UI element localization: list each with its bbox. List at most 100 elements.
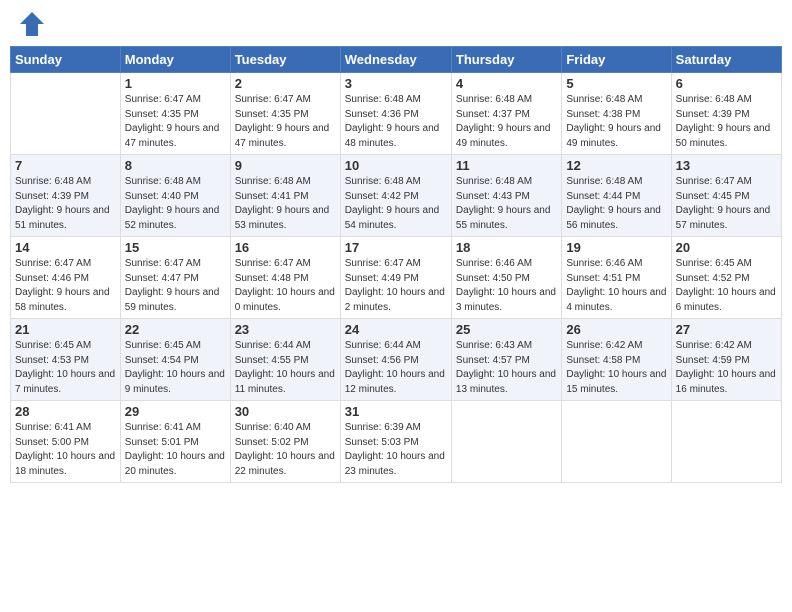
day-info: Sunrise: 6:47 AM Sunset: 4:47 PM Dayligh… [125, 257, 226, 315]
week-row-5: 28 Sunrise: 6:41 AM Sunset: 5:00 PM Dayli… [11, 401, 782, 483]
calendar-cell: 23Sunrise: 6:44 AM Sunset: 4:55 PM Dayli… [230, 319, 340, 401]
logo [14, 10, 46, 38]
day-info: Sunrise: 6:46 AM Sunset: 4:50 PM Dayligh… [456, 257, 557, 315]
day-number: 5 [566, 76, 666, 91]
calendar-cell: 15 Sunrise: 6:47 AM Sunset: 4:47 PM Dayli… [120, 237, 230, 319]
calendar-cell: 22Sunrise: 6:45 AM Sunset: 4:54 PM Dayli… [120, 319, 230, 401]
calendar-cell [562, 401, 671, 483]
calendar-cell: 18 Sunrise: 6:46 AM Sunset: 4:50 PM Dayli… [451, 237, 561, 319]
calendar-cell: 11Sunrise: 6:48 AM Sunset: 4:43 PM Dayli… [451, 155, 561, 237]
day-header-sunday: Sunday [11, 47, 121, 73]
day-info: Sunrise: 6:42 AM Sunset: 4:59 PM Dayligh… [676, 339, 777, 397]
day-number: 29 [125, 404, 226, 419]
calendar-cell: 25Sunrise: 6:43 AM Sunset: 4:57 PM Dayli… [451, 319, 561, 401]
calendar-cell: 21Sunrise: 6:45 AM Sunset: 4:53 PM Dayli… [11, 319, 121, 401]
day-info: Sunrise: 6:47 AM Sunset: 4:49 PM Dayligh… [345, 257, 447, 315]
calendar-body: 1 Sunrise: 6:47 AM Sunset: 4:35 PM Daylig… [11, 73, 782, 483]
day-info: Sunrise: 6:47 AM Sunset: 4:48 PM Dayligh… [235, 257, 336, 315]
day-info: Sunrise: 6:41 AM Sunset: 5:01 PM Dayligh… [125, 421, 226, 479]
logo-icon [18, 10, 46, 38]
calendar-cell: 30Sunrise: 6:40 AM Sunset: 5:02 PM Dayli… [230, 401, 340, 483]
week-row-1: 1 Sunrise: 6:47 AM Sunset: 4:35 PM Daylig… [11, 73, 782, 155]
day-info: Sunrise: 6:39 AM Sunset: 5:03 PM Dayligh… [345, 421, 447, 479]
calendar-cell: 17 Sunrise: 6:47 AM Sunset: 4:49 PM Dayli… [340, 237, 451, 319]
day-number: 1 [125, 76, 226, 91]
day-header-monday: Monday [120, 47, 230, 73]
day-number: 17 [345, 240, 447, 255]
calendar-cell: 2 Sunrise: 6:47 AM Sunset: 4:35 PM Daylig… [230, 73, 340, 155]
calendar-cell: 24 Sunrise: 6:44 AM Sunset: 4:56 PM Dayli… [340, 319, 451, 401]
day-number: 19 [566, 240, 666, 255]
calendar-header: SundayMondayTuesdayWednesdayThursdayFrid… [11, 47, 782, 73]
day-number: 26 [566, 322, 666, 337]
day-info: Sunrise: 6:48 AM Sunset: 4:42 PM Dayligh… [345, 175, 447, 233]
calendar-cell: 3 Sunrise: 6:48 AM Sunset: 4:36 PM Daylig… [340, 73, 451, 155]
day-number: 24 [345, 322, 447, 337]
day-info: Sunrise: 6:48 AM Sunset: 4:36 PM Dayligh… [345, 93, 447, 151]
calendar-cell: 13Sunrise: 6:47 AM Sunset: 4:45 PM Dayli… [671, 155, 781, 237]
calendar-cell: 20Sunrise: 6:45 AM Sunset: 4:52 PM Dayli… [671, 237, 781, 319]
calendar-cell: 14 Sunrise: 6:47 AM Sunset: 4:46 PM Dayli… [11, 237, 121, 319]
week-row-4: 21Sunrise: 6:45 AM Sunset: 4:53 PM Dayli… [11, 319, 782, 401]
day-number: 21 [15, 322, 116, 337]
calendar-cell: 9Sunrise: 6:48 AM Sunset: 4:41 PM Daylig… [230, 155, 340, 237]
calendar-cell: 16 Sunrise: 6:47 AM Sunset: 4:48 PM Dayli… [230, 237, 340, 319]
day-info: Sunrise: 6:47 AM Sunset: 4:46 PM Dayligh… [15, 257, 116, 315]
day-info: Sunrise: 6:41 AM Sunset: 5:00 PM Dayligh… [15, 421, 116, 479]
day-number: 28 [15, 404, 116, 419]
day-info: Sunrise: 6:48 AM Sunset: 4:41 PM Dayligh… [235, 175, 336, 233]
day-info: Sunrise: 6:48 AM Sunset: 4:39 PM Dayligh… [676, 93, 777, 151]
day-number: 27 [676, 322, 777, 337]
day-number: 4 [456, 76, 557, 91]
day-number: 22 [125, 322, 226, 337]
day-number: 20 [676, 240, 777, 255]
day-info: Sunrise: 6:44 AM Sunset: 4:56 PM Dayligh… [345, 339, 447, 397]
calendar-cell: 29 Sunrise: 6:41 AM Sunset: 5:01 PM Dayli… [120, 401, 230, 483]
header-row: SundayMondayTuesdayWednesdayThursdayFrid… [11, 47, 782, 73]
day-number: 15 [125, 240, 226, 255]
calendar-cell: 19 Sunrise: 6:46 AM Sunset: 4:51 PM Dayli… [562, 237, 671, 319]
calendar-cell: 26 Sunrise: 6:42 AM Sunset: 4:58 PM Dayli… [562, 319, 671, 401]
day-header-tuesday: Tuesday [230, 47, 340, 73]
week-row-2: 7 Sunrise: 6:48 AM Sunset: 4:39 PM Daylig… [11, 155, 782, 237]
day-header-wednesday: Wednesday [340, 47, 451, 73]
calendar-cell: 10Sunrise: 6:48 AM Sunset: 4:42 PM Dayli… [340, 155, 451, 237]
day-number: 25 [456, 322, 557, 337]
day-number: 2 [235, 76, 336, 91]
calendar-cell [671, 401, 781, 483]
day-number: 8 [125, 158, 226, 173]
calendar-cell: 27 Sunrise: 6:42 AM Sunset: 4:59 PM Dayli… [671, 319, 781, 401]
day-number: 16 [235, 240, 336, 255]
calendar-cell: 6 Sunrise: 6:48 AM Sunset: 4:39 PM Daylig… [671, 73, 781, 155]
day-header-friday: Friday [562, 47, 671, 73]
calendar-cell: 7 Sunrise: 6:48 AM Sunset: 4:39 PM Daylig… [11, 155, 121, 237]
day-info: Sunrise: 6:48 AM Sunset: 4:44 PM Dayligh… [566, 175, 666, 233]
day-info: Sunrise: 6:46 AM Sunset: 4:51 PM Dayligh… [566, 257, 666, 315]
day-info: Sunrise: 6:42 AM Sunset: 4:58 PM Dayligh… [566, 339, 666, 397]
day-info: Sunrise: 6:48 AM Sunset: 4:40 PM Dayligh… [125, 175, 226, 233]
day-number: 14 [15, 240, 116, 255]
calendar-table: SundayMondayTuesdayWednesdayThursdayFrid… [10, 46, 782, 483]
day-info: Sunrise: 6:47 AM Sunset: 4:35 PM Dayligh… [125, 93, 226, 151]
header [10, 10, 782, 38]
day-info: Sunrise: 6:48 AM Sunset: 4:38 PM Dayligh… [566, 93, 666, 151]
day-info: Sunrise: 6:40 AM Sunset: 5:02 PM Dayligh… [235, 421, 336, 479]
day-info: Sunrise: 6:47 AM Sunset: 4:35 PM Dayligh… [235, 93, 336, 151]
day-info: Sunrise: 6:48 AM Sunset: 4:39 PM Dayligh… [15, 175, 116, 233]
day-info: Sunrise: 6:48 AM Sunset: 4:37 PM Dayligh… [456, 93, 557, 151]
day-number: 6 [676, 76, 777, 91]
calendar-cell [451, 401, 561, 483]
day-number: 13 [676, 158, 777, 173]
day-number: 7 [15, 158, 116, 173]
week-row-3: 14 Sunrise: 6:47 AM Sunset: 4:46 PM Dayli… [11, 237, 782, 319]
calendar-cell: 12Sunrise: 6:48 AM Sunset: 4:44 PM Dayli… [562, 155, 671, 237]
calendar-cell: 4 Sunrise: 6:48 AM Sunset: 4:37 PM Daylig… [451, 73, 561, 155]
day-header-saturday: Saturday [671, 47, 781, 73]
day-number: 18 [456, 240, 557, 255]
day-number: 31 [345, 404, 447, 419]
day-number: 23 [235, 322, 336, 337]
calendar-cell: 5 Sunrise: 6:48 AM Sunset: 4:38 PM Daylig… [562, 73, 671, 155]
day-header-thursday: Thursday [451, 47, 561, 73]
day-info: Sunrise: 6:48 AM Sunset: 4:43 PM Dayligh… [456, 175, 557, 233]
day-number: 3 [345, 76, 447, 91]
